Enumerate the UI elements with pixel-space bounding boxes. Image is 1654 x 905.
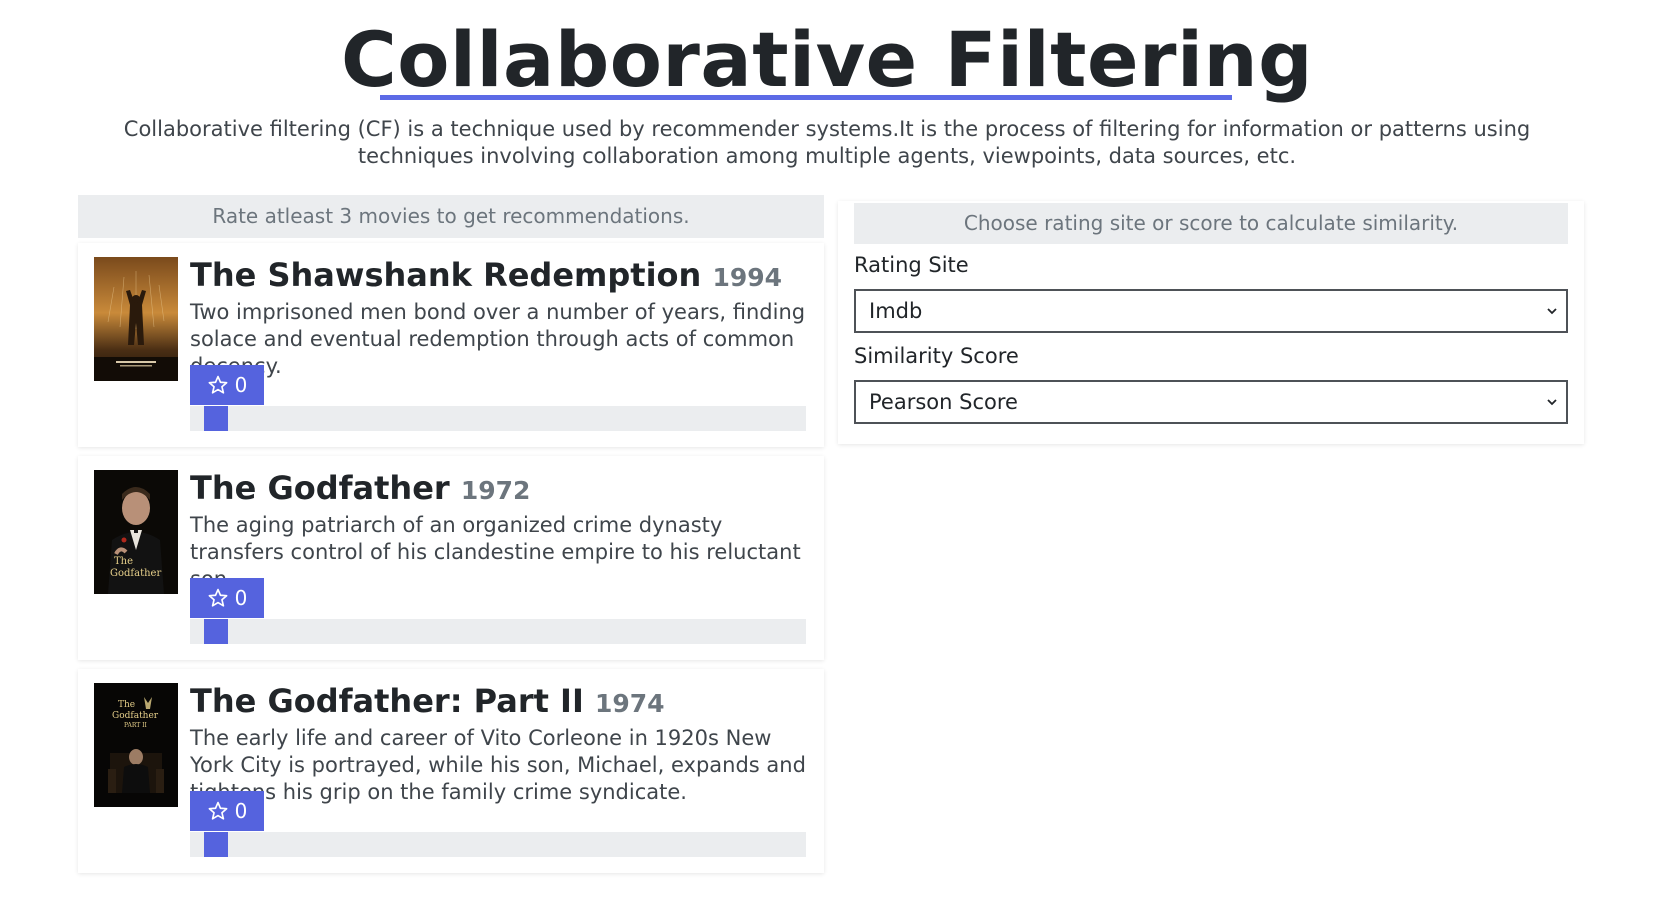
godfather-part-ii-poster-image: The Godfather PART II — [94, 683, 178, 807]
similarity-score-select[interactable]: Pearson Score — [854, 380, 1568, 424]
movie-poster — [94, 257, 178, 381]
movie-year: 1974 — [594, 689, 665, 718]
movie-card: The Shawshank Redemption 1994 Two impris… — [78, 243, 824, 447]
movie-details: The Godfather 1972 The aging patriarch o… — [190, 468, 814, 593]
movie-card: The Godfather The Godfather 1972 The agi… — [78, 456, 824, 660]
movie-title[interactable]: The Shawshank Redemption 1994 — [190, 255, 814, 298]
chevron-down-icon — [1547, 399, 1557, 406]
movie-title[interactable]: The Godfather: Part II 1974 — [190, 681, 814, 724]
similarity-score-selected-value: Pearson Score — [869, 390, 1018, 414]
page-title: Collaborative Filtering — [340, 15, 1314, 104]
rating-site-label: Rating Site — [854, 253, 969, 277]
movie-description: The aging patriarch of an organized crim… — [190, 513, 801, 591]
star-outline-icon — [208, 375, 228, 394]
movie-poster: The Godfather — [94, 470, 178, 594]
movie-details: The Godfather: Part II 1974 The early li… — [190, 681, 814, 806]
rating-site-selected-value: Imdb — [869, 299, 923, 323]
movie-details: The Shawshank Redemption 1994 Two impris… — [190, 255, 814, 380]
chevron-down-icon — [1547, 308, 1557, 315]
rate-button[interactable]: 0 — [190, 791, 264, 831]
svg-text:The: The — [114, 556, 133, 567]
movie-title[interactable]: The Godfather 1972 — [190, 468, 814, 511]
star-outline-icon — [208, 588, 228, 607]
rating-value: 0 — [234, 373, 248, 397]
similarity-notice: Choose rating site or score to calculate… — [854, 203, 1568, 244]
rate-button[interactable]: 0 — [190, 578, 264, 618]
movie-title-text[interactable]: The Godfather: Part II — [190, 682, 584, 720]
svg-text:Godfather: Godfather — [112, 711, 159, 721]
godfather-poster-image: The Godfather — [94, 470, 178, 594]
similarity-settings-panel: Choose rating site or score to calculate… — [838, 201, 1584, 444]
rating-slider[interactable] — [190, 619, 806, 644]
movie-year: 1972 — [460, 476, 531, 505]
rate-button[interactable]: 0 — [190, 365, 264, 405]
movie-description: The early life and career of Vito Corleo… — [190, 726, 806, 804]
svg-text:Godfather: Godfather — [110, 568, 161, 579]
rating-slider-handle[interactable] — [204, 832, 228, 857]
rating-value: 0 — [234, 799, 248, 823]
star-outline-icon — [208, 801, 228, 820]
title-underline — [380, 95, 1232, 100]
movies-panel: Rate atleast 3 movies to get recommendat… — [78, 195, 824, 873]
movie-poster: The Godfather PART II — [94, 683, 178, 807]
rating-value: 0 — [234, 586, 248, 610]
shawshank-poster-image — [94, 257, 178, 381]
movie-description: Two imprisoned men bond over a number of… — [190, 300, 806, 378]
rating-slider-handle[interactable] — [204, 619, 228, 644]
rating-slider[interactable] — [190, 406, 806, 431]
page-description: Collaborative filtering (CF) is a techni… — [123, 117, 1531, 168]
rating-slider[interactable] — [190, 832, 806, 857]
svg-text:The: The — [118, 700, 135, 710]
svg-text:PART II: PART II — [124, 722, 148, 729]
rating-slider-handle[interactable] — [204, 406, 228, 431]
rate-notice: Rate atleast 3 movies to get recommendat… — [78, 195, 824, 238]
movie-year: 1994 — [712, 263, 783, 292]
movie-title-text[interactable]: The Godfather — [190, 469, 450, 507]
movie-title-text[interactable]: The Shawshank Redemption — [190, 256, 701, 294]
rating-site-select[interactable]: Imdb — [854, 289, 1568, 333]
movie-card: The Godfather PART II The Godfather: Par… — [78, 669, 824, 873]
similarity-score-label: Similarity Score — [854, 344, 1019, 368]
